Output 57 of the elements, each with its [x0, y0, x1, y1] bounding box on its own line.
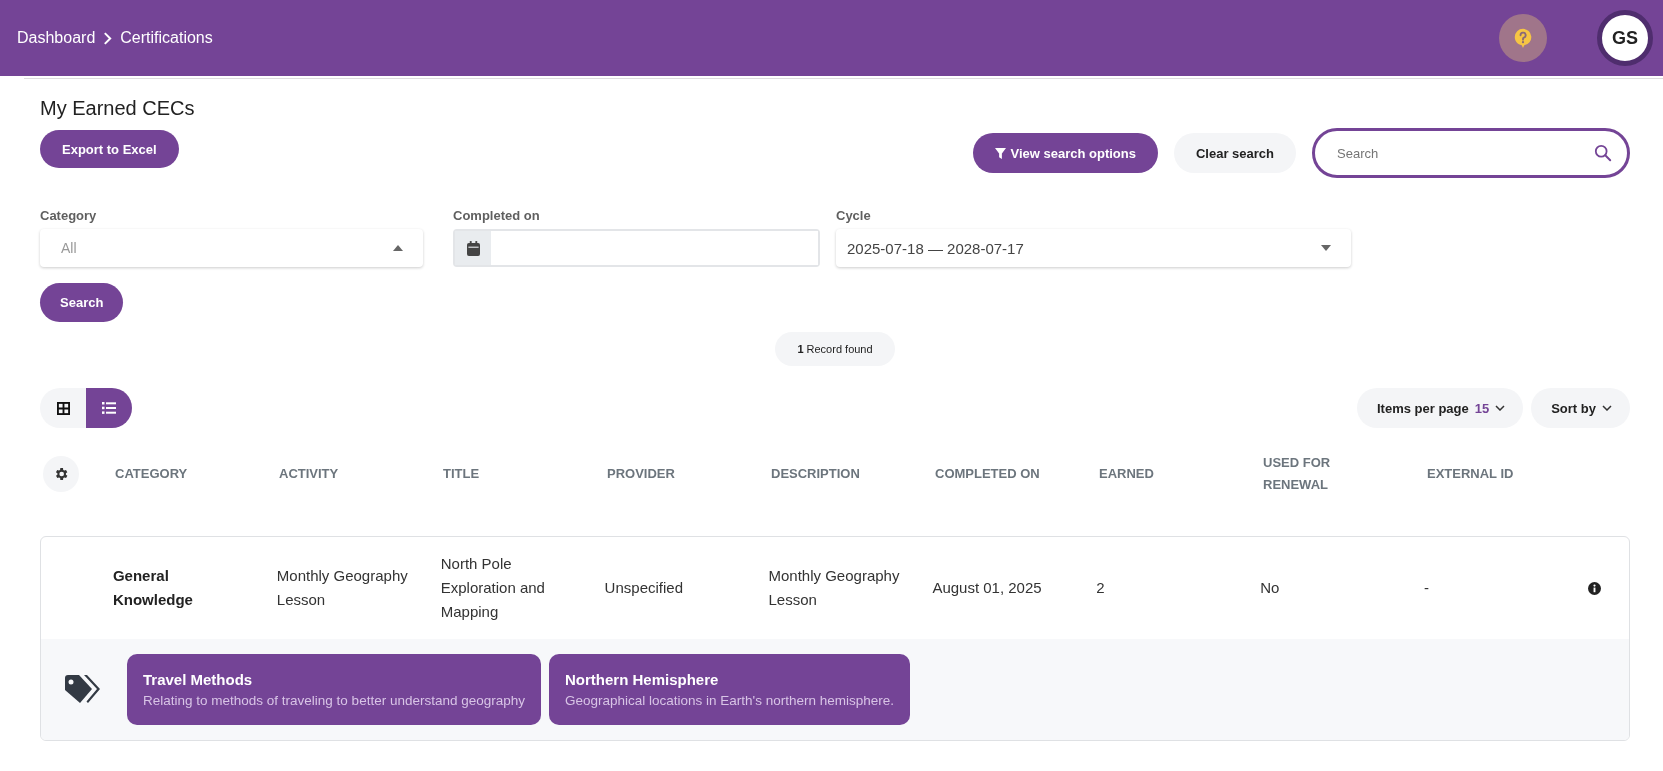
select-value: 2025-07-18 — 2028-07-17: [847, 239, 1024, 257]
tag-description: Relating to methods of traveling to better understand geography: [143, 693, 525, 708]
date-field[interactable]: [453, 229, 820, 267]
table-cell-text: General Knowledge: [112, 566, 194, 610]
column-header: DESCRIPTION: [771, 465, 861, 483]
breadcrumb-link[interactable]: Certifications: [120, 29, 213, 47]
select-field[interactable]: 2025-07-18 — 2028-07-17: [836, 229, 1351, 267]
help-icon: [1512, 27, 1534, 49]
column-header: USED FOR RENEWAL: [1263, 454, 1332, 494]
items-per-page-button[interactable]: Items per page 15: [1356, 388, 1524, 428]
column-header: COMPLETED ON: [935, 465, 1041, 483]
user-avatar[interactable]: GS: [1597, 10, 1653, 66]
table-cell-text: August 01, 2025: [932, 578, 1043, 598]
column-header: CATEGORY: [115, 465, 189, 483]
filter-icon: [995, 147, 1007, 159]
search-icon: [1594, 144, 1612, 162]
record-count: 1 Record found: [775, 332, 895, 366]
search-button[interactable]: Search: [40, 283, 124, 322]
select-placeholder: All: [60, 240, 77, 256]
table-cell-text: 2: [1096, 578, 1106, 598]
help-button[interactable]: [1499, 14, 1547, 62]
calendar-icon: [466, 240, 480, 256]
table-cell-text: Monthly Geography Lesson: [768, 566, 901, 610]
tag-title: Northern Hemisphere: [565, 671, 720, 688]
tag-title: Travel Methods: [143, 671, 254, 688]
filter-label: Completed on: [453, 208, 541, 223]
chevron-down-icon: [1602, 405, 1612, 411]
grid-icon: [56, 401, 70, 415]
table-cell-text: Unspecified: [604, 578, 684, 598]
list-view-button[interactable]: [86, 388, 132, 428]
breadcrumb-link[interactable]: Dashboard: [17, 29, 96, 47]
search-options-button[interactable]: View search options: [973, 133, 1158, 173]
info-icon[interactable]: [1587, 581, 1601, 595]
filter-label: Cycle: [836, 208, 872, 223]
settings-icon: [53, 466, 69, 482]
search-field[interactable]: Search: [1312, 128, 1630, 178]
filter-label: Category: [40, 208, 98, 223]
table-cell-text: North Pole Exploration and Mapping: [440, 554, 546, 622]
column-header: TITLE: [443, 465, 481, 483]
table-cell-text: -: [1424, 578, 1431, 598]
chevron-right-icon: [103, 31, 113, 45]
column-header: PROVIDER: [607, 465, 676, 483]
tags-icon: [63, 673, 103, 706]
column-header: EXTERNAL ID: [1427, 465, 1515, 483]
settings-button[interactable]: [43, 456, 79, 492]
table-cell-text: Monthly Geography Lesson: [276, 566, 409, 610]
export-button[interactable]: Export to Excel: [40, 130, 179, 168]
calendar-button[interactable]: [455, 231, 491, 265]
list-icon: [102, 402, 116, 414]
page-title: My Earned CECs: [40, 97, 195, 120]
clear-search-button[interactable]: Clear search: [1173, 133, 1296, 173]
tag-description: Geographical locations in Earth's northern hemisphere.: [565, 693, 894, 708]
column-header: EARNED: [1099, 465, 1155, 483]
column-header: ACTIVITY: [279, 465, 340, 483]
sort-button[interactable]: Sort by: [1531, 388, 1630, 428]
chevron-down-icon: [1495, 405, 1506, 411]
table-cell-text: No: [1260, 578, 1281, 598]
